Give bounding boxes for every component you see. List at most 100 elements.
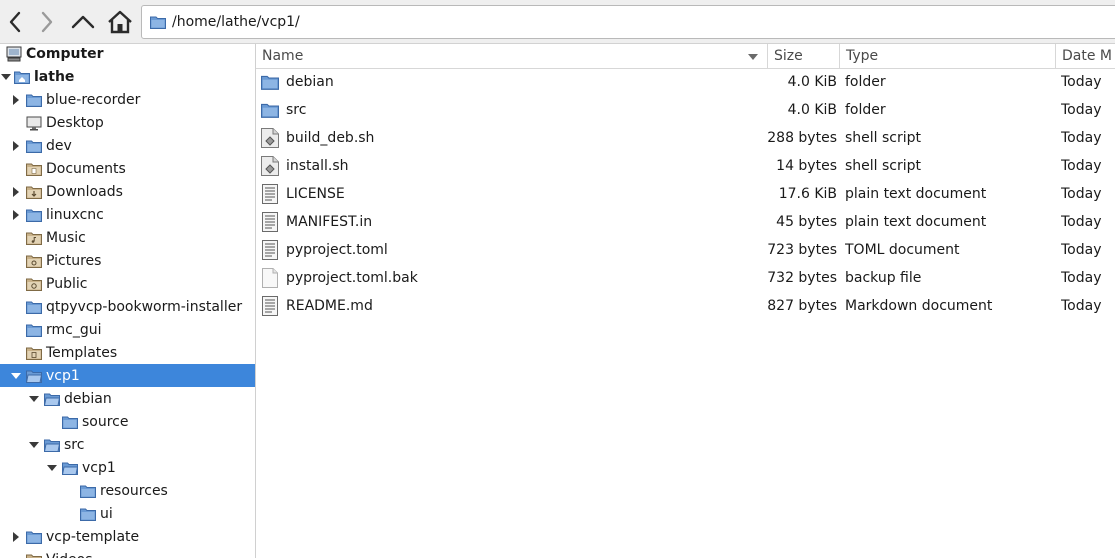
home-button[interactable] xyxy=(105,6,135,38)
tree-expander[interactable] xyxy=(0,71,12,83)
tree-expander[interactable] xyxy=(10,94,22,106)
sidebar-item-templates[interactable]: Templates xyxy=(0,341,255,364)
sidebar-item-dev[interactable]: dev xyxy=(0,134,255,157)
sidebar-item-music[interactable]: Music xyxy=(0,226,255,249)
sidebar-item-label: Public xyxy=(46,275,88,292)
tree-expander[interactable] xyxy=(10,531,22,543)
file-name-cell: MANIFEST.in xyxy=(260,208,765,236)
file-row[interactable]: build_deb.sh 288 bytes shell script Today xyxy=(256,124,1115,152)
sidebar-item-ui[interactable]: ui xyxy=(0,502,255,525)
chevron-right-icon[interactable] xyxy=(10,209,22,221)
sidebar-item-vcp1[interactable]: vcp1 xyxy=(0,364,255,387)
chevron-down-icon[interactable] xyxy=(28,439,40,451)
sidebar-item-debian[interactable]: debian xyxy=(0,387,255,410)
tree-expander[interactable] xyxy=(10,186,22,198)
sidebar-item-videos[interactable]: Videos xyxy=(0,548,255,558)
tree-expander[interactable] xyxy=(28,393,40,405)
file-row[interactable]: pyproject.toml.bak 732 bytes backup file To… xyxy=(256,264,1115,292)
sidebar-item-lathe[interactable]: lathe xyxy=(0,65,255,88)
tree-expander xyxy=(10,324,22,336)
file-name-cell: README.md xyxy=(260,292,765,320)
file-name-cell: debian xyxy=(260,68,765,96)
chevron-right-icon[interactable] xyxy=(10,94,22,106)
tree-expander[interactable] xyxy=(10,370,22,382)
file-row[interactable]: debian 4.0 KiB folder Today xyxy=(256,68,1115,96)
file-date: Today xyxy=(1061,74,1102,90)
chevron-right-icon[interactable] xyxy=(10,140,22,152)
sidebar-item-blue-recorder[interactable]: blue-recorder xyxy=(0,88,255,111)
forward-button[interactable] xyxy=(32,6,62,38)
file-row[interactable]: src 4.0 KiB folder Today xyxy=(256,96,1115,124)
tree-expander[interactable] xyxy=(28,439,40,451)
chevron-right-icon[interactable] xyxy=(10,531,22,543)
column-type[interactable]: Type xyxy=(840,44,1056,68)
sidebar-item-rmc-gui[interactable]: rmc_gui xyxy=(0,318,255,341)
location-bar[interactable]: /home/lathe/vcp1/ xyxy=(141,5,1115,39)
sidebar-item-label: Documents xyxy=(46,160,126,177)
file-icon xyxy=(260,128,280,148)
column-size[interactable]: Size xyxy=(768,44,840,68)
shell-script-icon xyxy=(261,156,279,176)
sidebar-item-label: vcp-template xyxy=(46,528,140,545)
sidebar-item-pictures[interactable]: Pictures xyxy=(0,249,255,272)
sidebar-item-desktop[interactable]: Desktop xyxy=(0,111,255,134)
tree-item-icon xyxy=(26,529,42,545)
column-date[interactable]: Date M xyxy=(1056,44,1115,68)
sidebar-item-documents[interactable]: Documents xyxy=(0,157,255,180)
sidebar-item-source[interactable]: source xyxy=(0,410,255,433)
tree-expander[interactable] xyxy=(46,462,58,474)
sidebar-item-src[interactable]: src xyxy=(0,433,255,456)
chevron-down-icon[interactable] xyxy=(10,370,22,382)
sidebar-item-label: dev xyxy=(46,137,72,154)
file-row[interactable]: LICENSE 17.6 KiB plain text document Today xyxy=(256,180,1115,208)
tree-expander xyxy=(10,117,22,129)
sidebar-item-vcp-template[interactable]: vcp-template xyxy=(0,525,255,548)
folder-open-icon xyxy=(44,439,60,452)
tree-expander[interactable] xyxy=(10,209,22,221)
back-button[interactable] xyxy=(0,6,30,38)
chevron-down-icon[interactable] xyxy=(28,393,40,405)
sidebar-item-label: vcp1 xyxy=(46,367,80,384)
file-name-cell: pyproject.toml xyxy=(260,236,765,264)
file-date: Today xyxy=(1061,298,1102,314)
chevron-down-icon[interactable] xyxy=(46,462,58,474)
file-type: backup file xyxy=(845,270,922,286)
sidebar-item-downloads[interactable]: Downloads xyxy=(0,180,255,203)
file-size: 45 bytes xyxy=(776,214,837,230)
file-name-cell: LICENSE xyxy=(260,180,765,208)
sidebar-item-label: Videos xyxy=(46,552,93,558)
tree-item-icon xyxy=(26,368,42,384)
folder-icon xyxy=(26,209,42,222)
sidebar-item-linuxcnc[interactable]: linuxcnc xyxy=(0,203,255,226)
file-size: 14 bytes xyxy=(776,158,837,174)
column-name[interactable]: Name xyxy=(256,44,768,68)
sidebar-item-computer[interactable]: Computer xyxy=(0,44,255,65)
sidebar-tree: Computer lathe blue-recorder Desktop dev Docu… xyxy=(0,44,256,558)
tree-expander xyxy=(10,163,22,175)
folder-icon xyxy=(261,103,279,118)
tree-item-icon xyxy=(26,184,42,200)
file-date: Today xyxy=(1061,242,1102,258)
file-row[interactable]: install.sh 14 bytes shell script Today xyxy=(256,152,1115,180)
file-type: plain text document xyxy=(845,186,987,202)
column-size-label: Size xyxy=(774,48,803,64)
file-size: 4.0 KiB xyxy=(787,102,837,118)
file-row[interactable]: pyproject.toml 723 bytes TOML document Toda… xyxy=(256,236,1115,264)
sidebar-item-label: Templates xyxy=(46,344,118,361)
tree-expander[interactable] xyxy=(10,140,22,152)
sidebar-item-public[interactable]: Public xyxy=(0,272,255,295)
sidebar-item-resources[interactable]: resources xyxy=(0,479,255,502)
file-row[interactable]: MANIFEST.in 45 bytes plain text document To… xyxy=(256,208,1115,236)
tree-item-icon xyxy=(26,345,42,361)
file-date: Today xyxy=(1061,158,1102,174)
file-icon xyxy=(260,72,280,92)
sidebar-item-label: Desktop xyxy=(46,114,104,131)
sidebar-item-vcp1[interactable]: vcp1 xyxy=(0,456,255,479)
up-button[interactable] xyxy=(68,6,98,38)
file-row[interactable]: README.md 827 bytes Markdown document Today xyxy=(256,292,1115,320)
chevron-right-icon[interactable] xyxy=(10,186,22,198)
templates-folder-icon xyxy=(26,347,42,360)
chevron-down-icon[interactable] xyxy=(0,71,12,83)
sidebar-item-qtpyvcp-bookworm-installer[interactable]: qtpyvcp-bookworm-installer xyxy=(0,295,255,318)
tree-item-icon xyxy=(26,552,42,558)
